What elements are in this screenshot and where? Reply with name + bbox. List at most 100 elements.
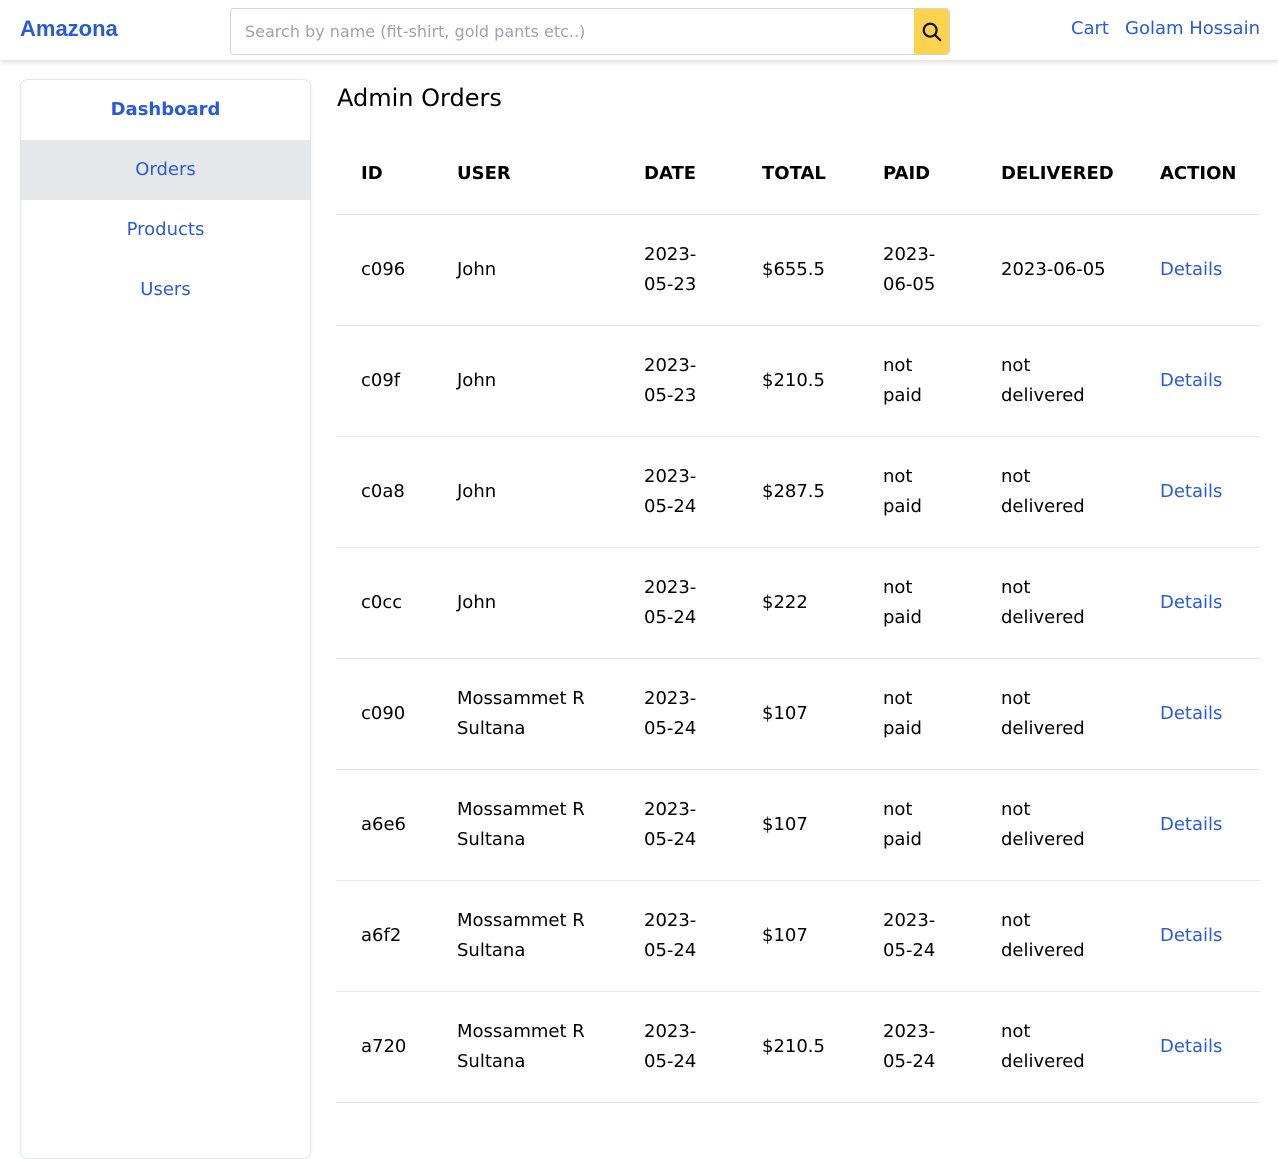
order-paid-text: 05-24 xyxy=(883,939,936,961)
order-paid-text: paid xyxy=(883,828,922,850)
order-date-text: 2023- xyxy=(644,909,697,931)
search-icon xyxy=(922,22,941,41)
table-row: a6f2 Mossammet R Sultana 2023- 05-24 $107 2023… xyxy=(336,880,1260,992)
header-nav: Cart Golam Hossain xyxy=(1071,18,1260,39)
search-input[interactable] xyxy=(231,9,914,54)
search-button[interactable] xyxy=(914,9,949,54)
details-link[interactable]: Details xyxy=(1160,703,1222,724)
order-delivered-text: delivered xyxy=(1001,828,1085,850)
top-navbar: Amazona Cart Golam Hossain xyxy=(0,0,1278,60)
order-delivered-cell: not delivered xyxy=(976,436,1135,548)
order-paid-text: paid xyxy=(883,384,922,406)
details-link[interactable]: Details xyxy=(1160,925,1222,946)
order-id-cell: a6f2 xyxy=(336,880,432,992)
order-paid-cell: not paid xyxy=(858,325,976,437)
order-delivered-cell: not delivered xyxy=(976,769,1135,881)
order-user-text: Sultana xyxy=(457,717,526,739)
column-header-total: TOTAL xyxy=(737,134,858,215)
order-paid-text: not xyxy=(883,354,913,376)
order-delivered-cell: not delivered xyxy=(976,325,1135,437)
order-paid-text: paid xyxy=(883,606,922,628)
order-date-text: 05-23 xyxy=(644,384,697,406)
order-paid-text: 06-05 xyxy=(883,273,936,295)
details-link[interactable]: Details xyxy=(1160,370,1222,391)
table-row: c0a8 John 2023- 05-24 $287.5 not paid not delive… xyxy=(336,436,1260,548)
order-user-cell: John xyxy=(432,325,619,437)
order-date-text: 05-24 xyxy=(644,939,697,961)
order-delivered-cell: 2023-06-05 xyxy=(976,214,1135,326)
table-row: a720 Mossammet R Sultana 2023- 05-24 $210.5 20… xyxy=(336,991,1260,1103)
orders-table: ID USER DATE TOTAL PAID DELIVERED ACTION… xyxy=(336,134,1260,1103)
order-date-cell: 2023- 05-24 xyxy=(619,991,737,1103)
order-id-cell: c090 xyxy=(336,658,432,770)
order-delivered-text: not xyxy=(1001,354,1031,376)
order-paid-text: 2023- xyxy=(883,909,936,931)
order-date-cell: 2023- 05-24 xyxy=(619,658,737,770)
order-paid-cell: not paid xyxy=(858,436,976,548)
order-date-text: 05-24 xyxy=(644,606,697,628)
order-delivered-text: not xyxy=(1001,1020,1031,1042)
order-paid-text: not xyxy=(883,798,913,820)
order-paid-text: not xyxy=(883,576,913,598)
order-user-text: Sultana xyxy=(457,828,526,850)
order-action-cell: Details xyxy=(1135,547,1260,659)
order-id-cell: c09f xyxy=(336,325,432,437)
details-link[interactable]: Details xyxy=(1160,814,1222,835)
order-action-cell: Details xyxy=(1135,991,1260,1103)
admin-sidebar: Dashboard Orders Products Users xyxy=(20,79,311,1159)
order-user-text: Mossammet R xyxy=(457,909,585,931)
column-header-action: ACTION xyxy=(1135,134,1260,215)
sidebar-item-users[interactable]: Users xyxy=(21,260,310,320)
order-delivered-text: delivered xyxy=(1001,384,1085,406)
order-paid-cell: 2023- 05-24 xyxy=(858,880,976,992)
details-link[interactable]: Details xyxy=(1160,481,1222,502)
order-date-text: 2023- xyxy=(644,687,697,709)
details-link[interactable]: Details xyxy=(1160,1036,1222,1057)
brand-logo-link[interactable]: Amazona xyxy=(20,16,118,42)
order-action-cell: Details xyxy=(1135,325,1260,437)
sidebar-item-orders[interactable]: Orders xyxy=(21,140,310,200)
order-paid-text: not xyxy=(883,687,913,709)
cart-link[interactable]: Cart xyxy=(1071,18,1109,39)
order-total-cell: $210.5 xyxy=(737,325,858,437)
order-user-text: John xyxy=(457,591,497,613)
sidebar-item-products[interactable]: Products xyxy=(21,200,310,260)
orders-table-body: c096 John 2023- 05-23 $655.5 2023- 06-05 2023-0… xyxy=(336,214,1260,1103)
user-menu-link[interactable]: Golam Hossain xyxy=(1125,18,1260,39)
order-user-text: John xyxy=(457,369,497,391)
column-header-date: DATE xyxy=(619,134,737,215)
order-user-cell: John xyxy=(432,436,619,548)
order-user-cell: Mossammet R Sultana xyxy=(432,991,619,1103)
column-header-user: USER xyxy=(432,134,619,215)
order-date-text: 05-24 xyxy=(644,495,697,517)
order-action-cell: Details xyxy=(1135,436,1260,548)
order-total-cell: $107 xyxy=(737,880,858,992)
details-link[interactable]: Details xyxy=(1160,259,1222,280)
main-content: Admin Orders ID USER DATE TOTAL PAID DEL… xyxy=(336,80,1260,1103)
order-delivered-text: not xyxy=(1001,465,1031,487)
order-date-cell: 2023- 05-23 xyxy=(619,325,737,437)
order-date-cell: 2023- 05-23 xyxy=(619,214,737,326)
order-delivered-text: delivered xyxy=(1001,939,1085,961)
order-total-cell: $222 xyxy=(737,547,858,659)
order-date-text: 05-24 xyxy=(644,828,697,850)
order-paid-cell: not paid xyxy=(858,547,976,659)
order-paid-cell: 2023- 06-05 xyxy=(858,214,976,326)
order-paid-text: 2023- xyxy=(883,1020,936,1042)
order-user-cell: John xyxy=(432,547,619,659)
order-paid-text: paid xyxy=(883,717,922,739)
column-header-id: ID xyxy=(336,134,432,215)
order-delivered-text: not xyxy=(1001,576,1031,598)
order-total-cell: $107 xyxy=(737,769,858,881)
order-id-cell: c0cc xyxy=(336,547,432,659)
order-id-cell: c0a8 xyxy=(336,436,432,548)
order-date-text: 2023- xyxy=(644,798,697,820)
sidebar-item-dashboard[interactable]: Dashboard xyxy=(21,80,310,140)
order-paid-text: not xyxy=(883,465,913,487)
table-row: c09f John 2023- 05-23 $210.5 not paid not delive… xyxy=(336,325,1260,437)
order-delivered-text: delivered xyxy=(1001,495,1085,517)
details-link[interactable]: Details xyxy=(1160,592,1222,613)
table-row: c090 Mossammet R Sultana 2023- 05-24 $107 not p… xyxy=(336,658,1260,770)
order-paid-text: paid xyxy=(883,495,922,517)
order-user-cell: John xyxy=(432,214,619,326)
